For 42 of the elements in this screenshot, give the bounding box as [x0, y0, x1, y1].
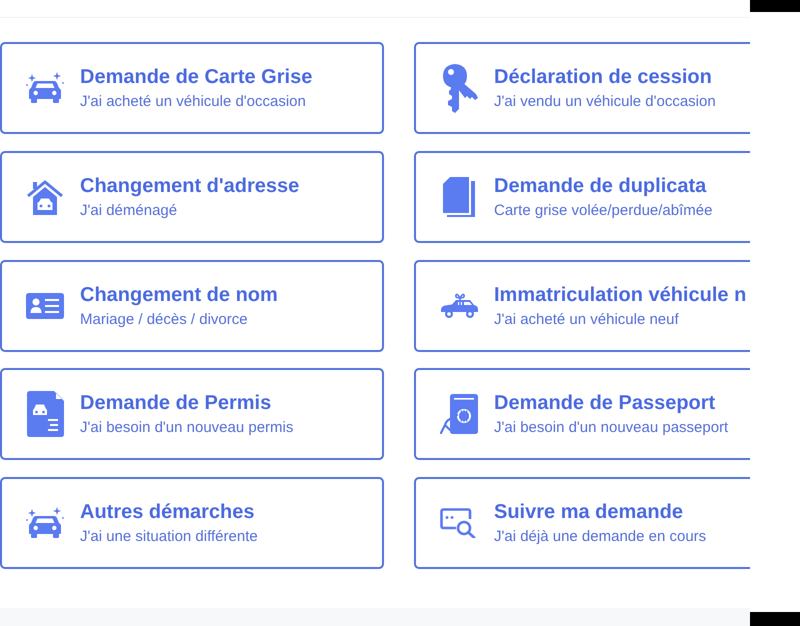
- service-card[interactable]: Demande de duplicata Carte grise volée/perdue/abîmée: [414, 150, 750, 243]
- service-card[interactable]: Demande de Permis J'ai besoin d'un nouveau permis: [0, 368, 384, 460]
- card-title: Demande de Passeport: [494, 391, 716, 416]
- service-card[interactable]: Immatriculation véhicule n J'ai acheté un véhicule neuf: [414, 260, 750, 352]
- corner-block: [750, 612, 800, 626]
- card-title: Changement de nom: [80, 282, 278, 306]
- car-sparkle-icon: [26, 507, 64, 539]
- card-subtitle: J'ai une situation différente: [80, 528, 258, 546]
- card-title: Changement d'adresse: [80, 174, 300, 198]
- card-title: Suivre ma demande: [494, 500, 683, 524]
- card-subtitle: J'ai besoin d'un nouveau passeport: [494, 419, 728, 438]
- card-title: Déclaration de cession: [494, 65, 712, 89]
- documents-icon: [443, 176, 475, 217]
- card-title: Immatriculation véhicule n: [494, 282, 746, 306]
- keys-icon: [440, 63, 478, 113]
- id-card-icon: [26, 292, 64, 318]
- corner-block: [750, 0, 800, 12]
- card-subtitle: J'ai vendu un véhicule d'occasion: [494, 93, 716, 111]
- service-card[interactable]: Autres démarches J'ai une situation différente: [0, 477, 384, 569]
- card-subtitle: J'ai acheté un véhicule neuf: [494, 310, 679, 328]
- card-title: Demande de Permis: [80, 391, 272, 416]
- house-car-icon: [26, 178, 64, 215]
- card-title: Demande de Carte Grise: [80, 65, 312, 89]
- service-card[interactable]: Demande de Carte Grise J'ai acheté un véhicule d'occasion: [0, 42, 384, 134]
- card-subtitle: J'ai acheté un véhicule d'occasion: [80, 93, 306, 111]
- card-title: Demande de duplicata: [494, 174, 706, 198]
- service-card[interactable]: Changement d'adresse J'ai déménagé: [0, 150, 384, 243]
- service-card[interactable]: Déclaration de cession J'ai vendu un véhicule d'occasion: [414, 42, 750, 134]
- car-bow-icon: [440, 292, 478, 318]
- card-subtitle: J'ai déjà une demande en cours: [494, 528, 706, 546]
- card-subtitle: Mariage / décès / divorce: [80, 310, 248, 328]
- card-title: Autres démarches: [80, 500, 255, 524]
- card-subtitle: J'ai besoin d'un nouveau permis: [80, 419, 294, 438]
- service-card[interactable]: Changement de nom Mariage / décès / divorce: [0, 260, 384, 352]
- card-subtitle: J'ai déménagé: [80, 202, 178, 220]
- passport-hand-icon: [440, 394, 478, 434]
- search-screen-icon: [440, 508, 478, 538]
- car-sparkle-icon: [26, 72, 64, 104]
- document-car-icon: [26, 391, 64, 438]
- service-card[interactable]: Suivre ma demande J'ai déjà une demande en cours: [414, 477, 750, 569]
- card-subtitle: Carte grise volée/perdue/abîmée: [494, 202, 712, 220]
- service-card[interactable]: Demande de Passeport J'ai besoin d'un nouveau passeport: [414, 368, 750, 460]
